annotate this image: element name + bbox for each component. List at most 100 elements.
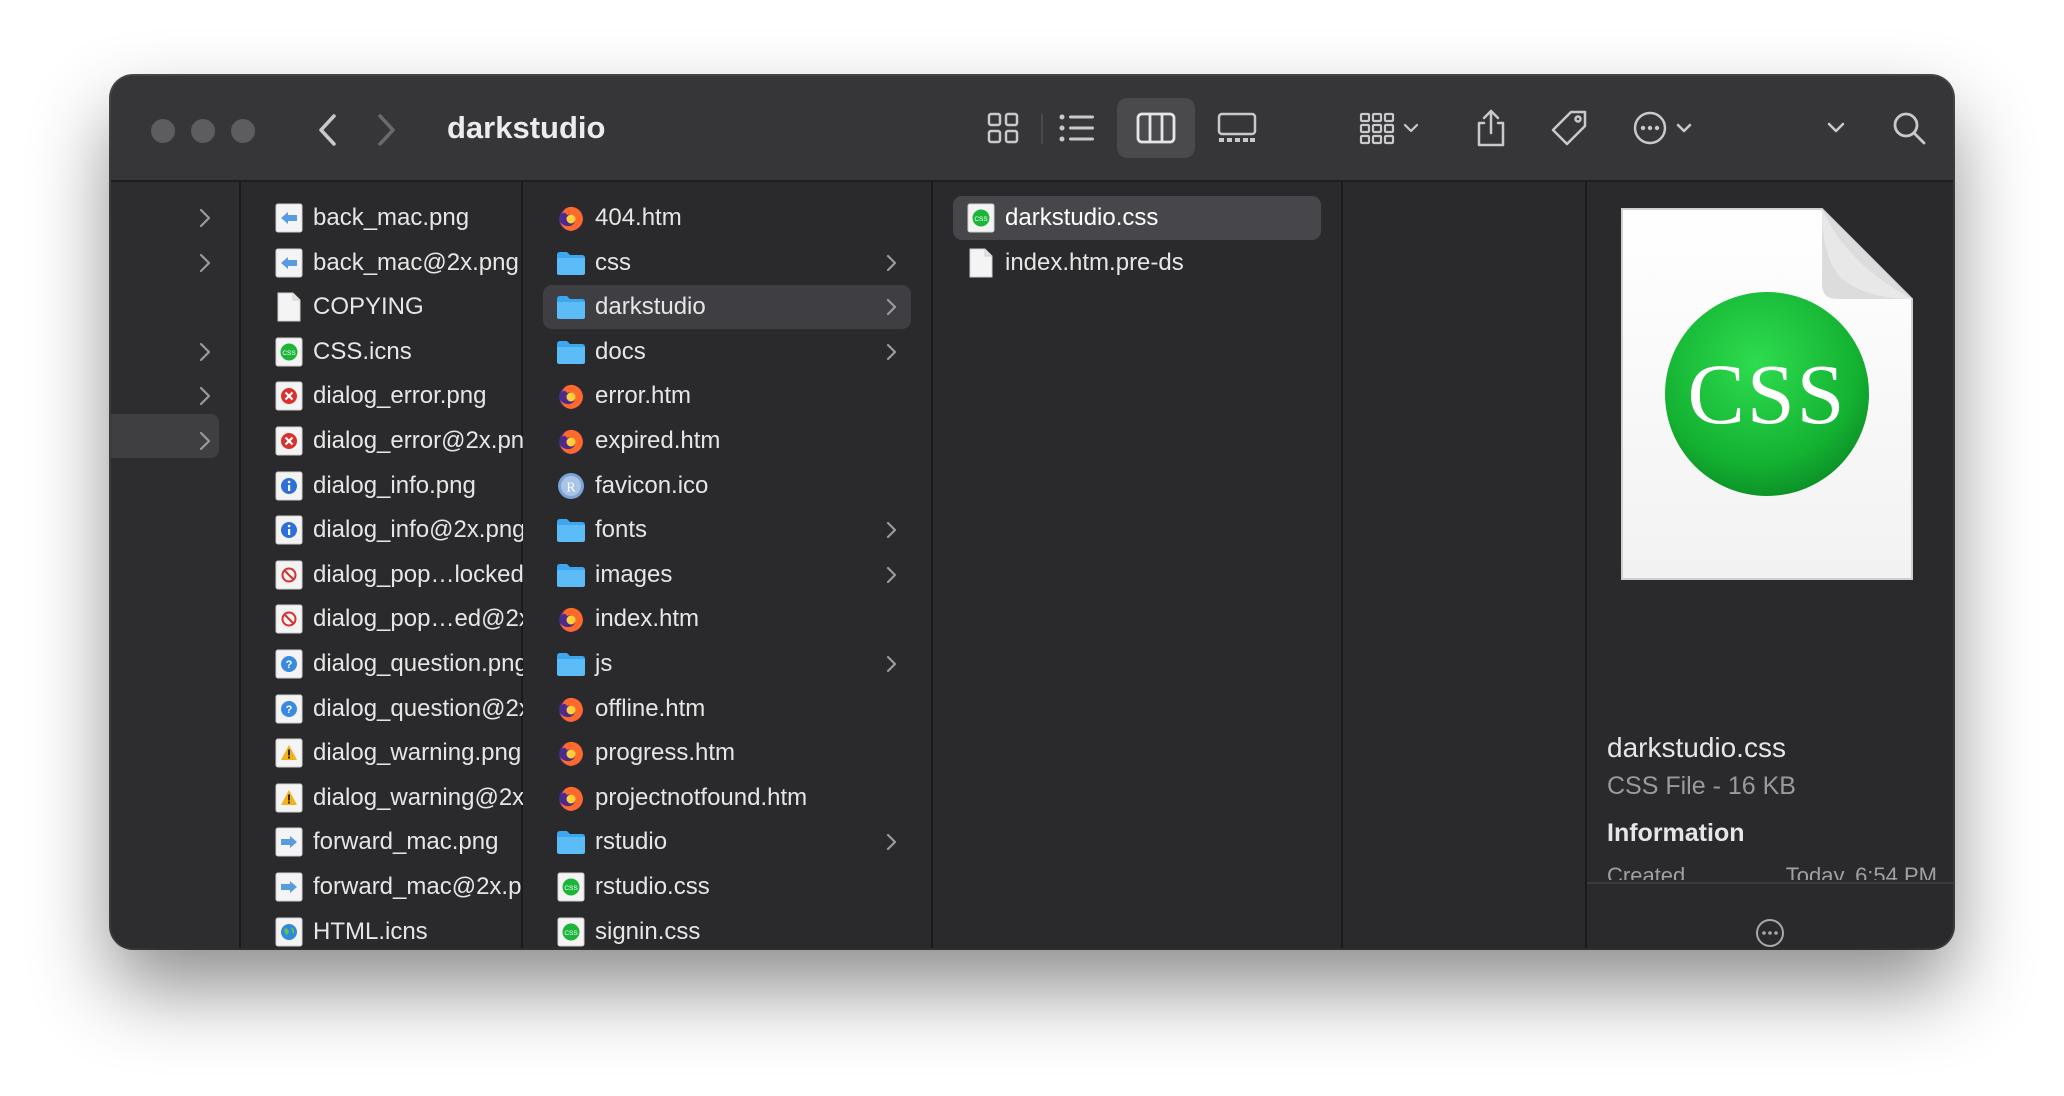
group-icon[interactable] (1351, 98, 1431, 158)
file-row[interactable]: COPYING (241, 285, 521, 329)
firefox-icon (555, 425, 587, 457)
chevron-right-icon (881, 253, 901, 273)
disclosure-chevron-icon[interactable] (191, 427, 219, 455)
file-row[interactable]: index.htm (523, 597, 931, 641)
back-icon[interactable] (303, 104, 355, 156)
item-name: progress.htm (595, 739, 736, 767)
folder-row[interactable]: images (523, 553, 931, 597)
file-row[interactable]: CSS rstudio.css (523, 865, 931, 909)
tag-icon[interactable] (1541, 98, 1597, 158)
gallery-view-icon[interactable] (1205, 98, 1269, 158)
file-row[interactable]: 404.htm (523, 196, 931, 240)
preview-pane: darkstudio.css CSS File - 16 KB Informat… (1343, 182, 1585, 948)
action-icon[interactable] (1625, 98, 1705, 158)
file-row[interactable]: forward_mac.png (241, 820, 521, 864)
file-row[interactable]: dialog_info.png (241, 464, 521, 508)
file-row[interactable]: progress.htm (523, 731, 931, 775)
file-row[interactable]: dialog_error@2x.png (241, 419, 538, 463)
file-row[interactable]: dialog_info@2x.png (241, 508, 526, 552)
disclosure-chevron-icon[interactable] (191, 249, 219, 277)
folder-icon (555, 291, 587, 323)
file-row[interactable]: expired.htm (523, 419, 931, 463)
file-row[interactable]: back_mac.png (241, 196, 521, 240)
document-icon (965, 247, 997, 279)
info-divider (1587, 882, 1953, 884)
item-name: CSS.icns (313, 337, 412, 365)
toolbar-divider (1041, 114, 1043, 144)
item-name: css (595, 248, 631, 276)
firefox-icon (555, 693, 587, 725)
information-heading-text: Information (1607, 819, 1745, 847)
disclosure-chevron-icon[interactable] (191, 382, 219, 410)
column-www: 404.htm css darkstudio docs error.htm expired… (523, 182, 933, 948)
file-row[interactable]: CSS signin.css (523, 910, 931, 948)
file-row[interactable]: offline.htm (523, 687, 931, 731)
item-name: 404.htm (595, 204, 682, 231)
chevron-right-icon (881, 654, 901, 674)
file-row[interactable]: Rfavicon.ico (523, 464, 931, 508)
column-view-icon[interactable] (1117, 98, 1195, 158)
file-row[interactable]: projectnotfound.htm (523, 776, 931, 820)
file-row[interactable]: CSS darkstudio.css (953, 196, 1321, 240)
item-name: back_mac@2x.png (313, 248, 519, 276)
info-icon (273, 514, 305, 546)
file-row[interactable]: dialog_warning.png (241, 731, 521, 775)
item-name: index.htm (595, 605, 700, 633)
item-name: index.htm.pre-ds (1005, 248, 1184, 276)
item-name: forward_mac.png (313, 828, 499, 856)
file-row[interactable]: dialog_error.png (241, 374, 521, 418)
folder-row[interactable]: docs (523, 330, 931, 374)
svg-text:R: R (566, 480, 576, 495)
item-name: signin.css (595, 917, 701, 945)
item-name: rstudio.css (595, 873, 710, 900)
item-name: dialog_info@2x.png (313, 516, 526, 544)
list-view-icon[interactable] (1047, 98, 1107, 158)
error-icon (273, 425, 305, 457)
folder-row[interactable]: fonts (523, 508, 931, 552)
window-title: darkstudio (447, 110, 606, 145)
css-icon: CSS (555, 871, 587, 903)
svg-text:?: ? (286, 659, 293, 671)
close-button[interactable] (151, 119, 175, 143)
item-name: darkstudio.css (1005, 204, 1159, 231)
overflow-chevron-icon[interactable] (1811, 98, 1861, 158)
minimize-button[interactable] (191, 119, 215, 143)
file-row[interactable]: back_mac@2x.png (241, 241, 521, 285)
file-row[interactable]: CSS CSS.icns (241, 330, 521, 374)
file-row[interactable]: error.htm (523, 374, 931, 418)
file-row[interactable]: index.htm.pre-ds (933, 241, 1341, 285)
file-row[interactable]: dialog_warning@2x.png (241, 776, 571, 820)
icon-view-icon[interactable] (973, 98, 1033, 158)
item-name: docs (595, 337, 646, 365)
firefox-icon (555, 782, 587, 814)
search-icon[interactable] (1879, 98, 1939, 158)
folder-icon (555, 559, 587, 591)
folder-icon (555, 826, 587, 858)
file-row[interactable]: forward_mac@2x.png (241, 865, 548, 909)
item-name: projectnotfound.htm (595, 783, 808, 811)
file-row[interactable]: dialog_pop…ed@2x.png (241, 597, 578, 641)
zoom-button[interactable] (231, 119, 255, 143)
item-name: dialog_error@2x.png (313, 427, 538, 454)
forward-icon[interactable] (359, 104, 411, 156)
folder-row[interactable]: css (523, 241, 931, 285)
blocked-icon (273, 603, 305, 635)
column-images: back_mac.png back_mac@2x.png COPYING CSS CSS… (241, 182, 578, 948)
item-name: expired.htm (595, 427, 721, 454)
folder-row[interactable]: js (523, 642, 931, 686)
disclosure-chevron-icon[interactable] (191, 204, 219, 232)
item-name: favicon.ico (595, 471, 709, 499)
arrow-right-icon (273, 871, 305, 903)
file-row[interactable]: ? dialog_question.png (241, 642, 528, 686)
share-icon[interactable] (1463, 98, 1519, 158)
finder-window: darkstudio back_mac.png back_mac@2x.png … (111, 76, 1953, 948)
item-name: dialog_error.png (313, 382, 487, 410)
folder-row[interactable]: darkstudio (543, 285, 911, 330)
disclosure-chevron-icon[interactable] (191, 338, 219, 366)
folder-row[interactable]: rstudio (523, 820, 931, 864)
file-row[interactable]: ? dialog_question@2x.png (241, 687, 578, 731)
firefox-icon (555, 603, 587, 635)
css-icon: CSS (555, 916, 587, 948)
file-row[interactable]: dialog_pop…locked.png (241, 553, 571, 597)
file-row[interactable]: HTML.icns (241, 910, 521, 948)
